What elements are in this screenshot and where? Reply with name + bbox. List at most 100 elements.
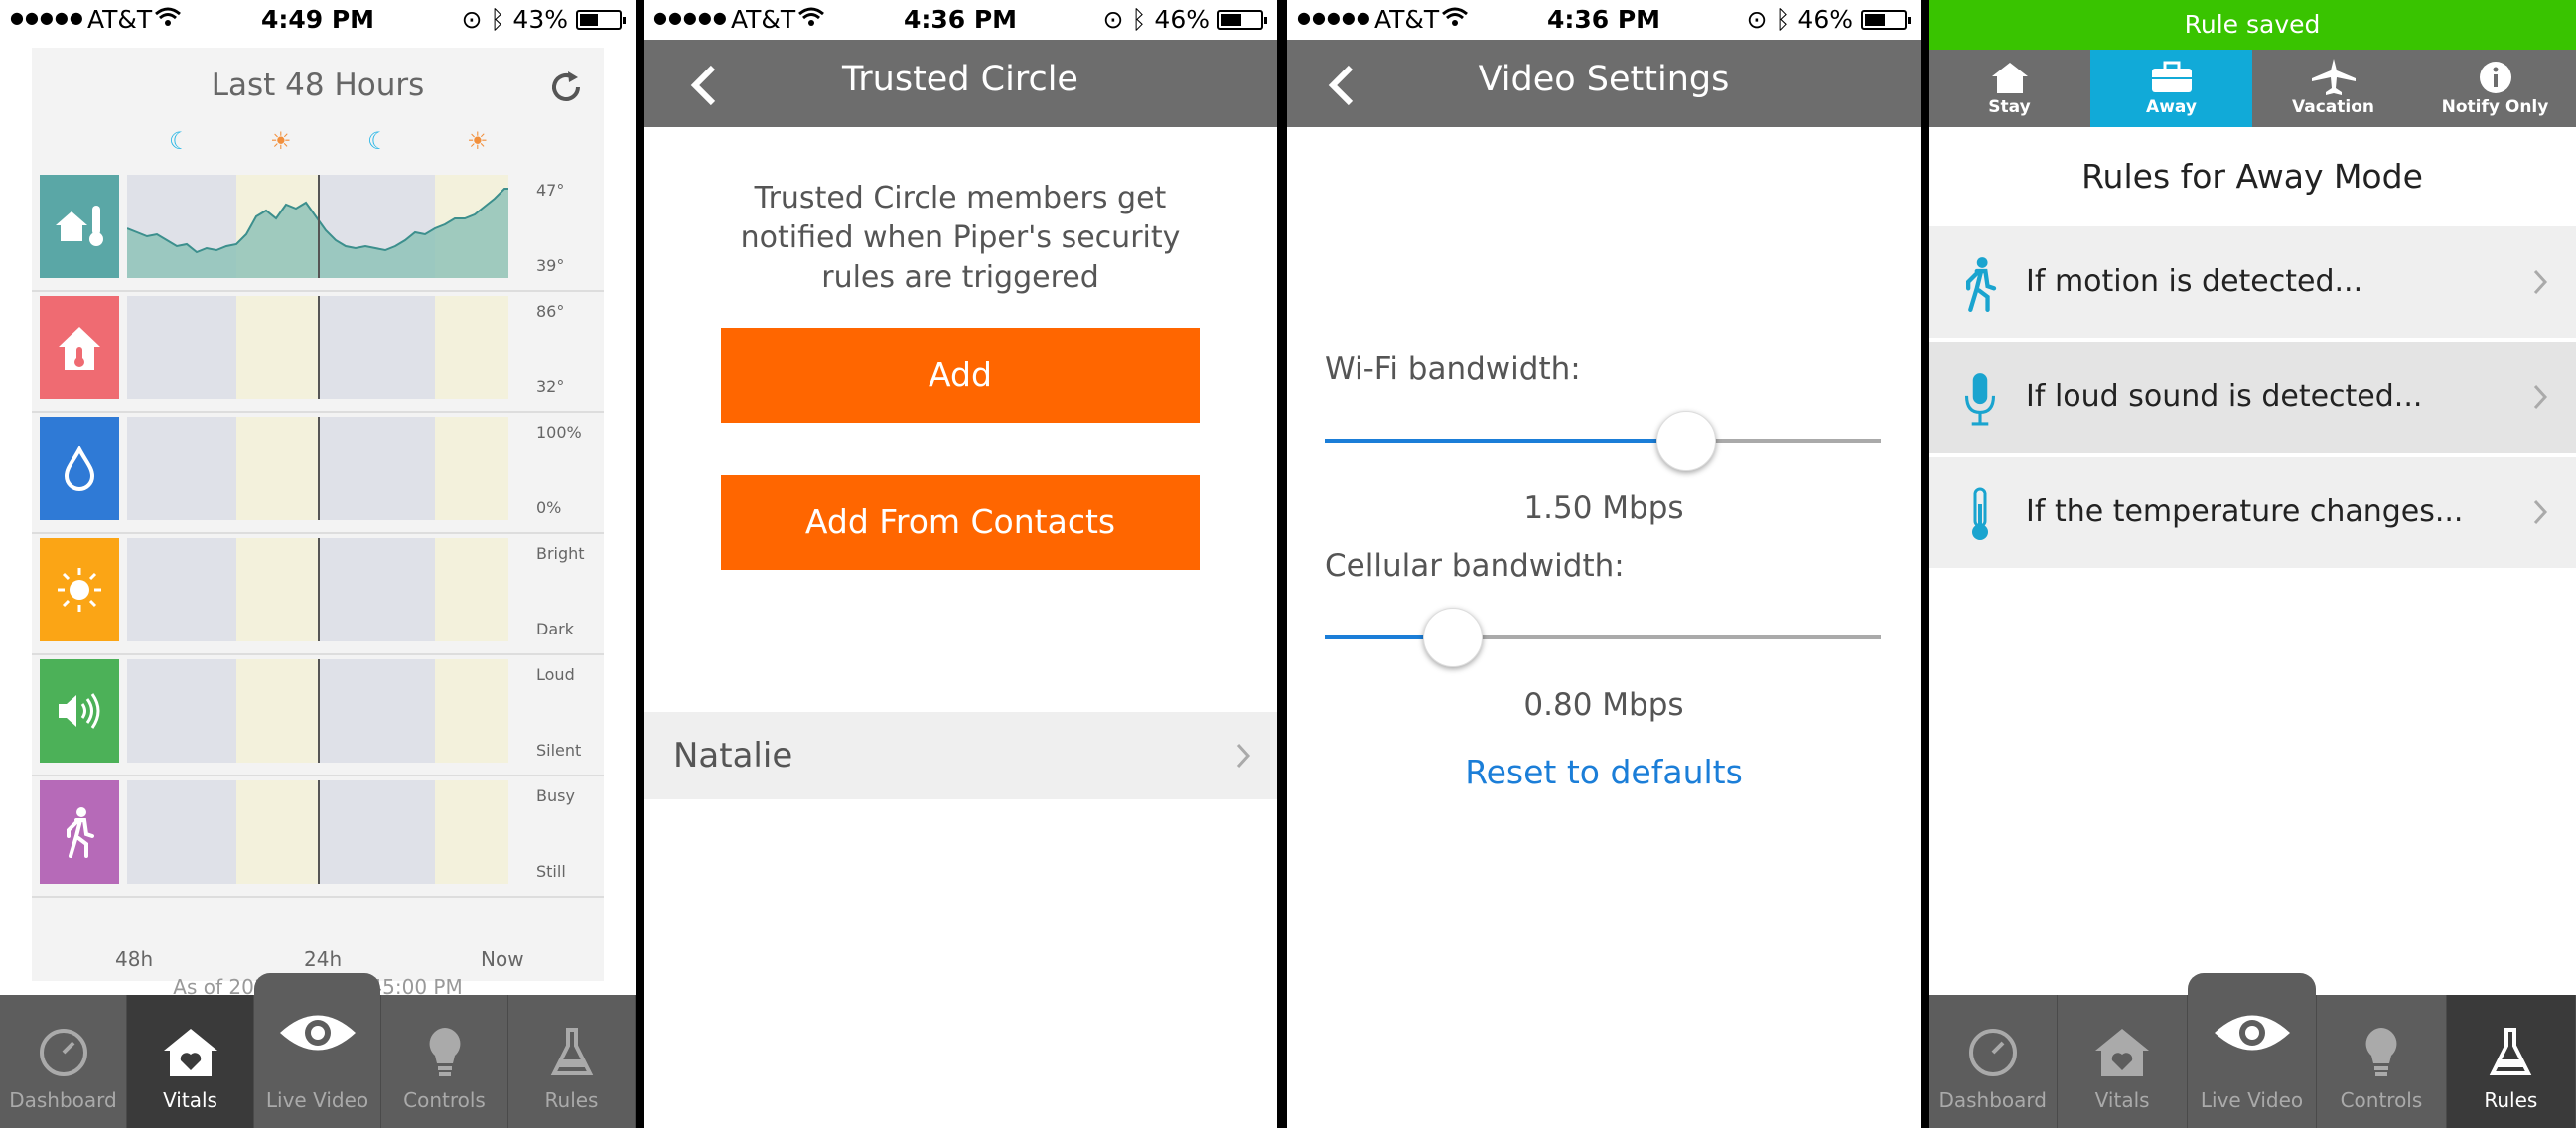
bluetooth-icon: ᛒ: [1775, 5, 1790, 34]
tab-dashboard[interactable]: Dashboard: [1929, 995, 2059, 1128]
mode-stay[interactable]: Stay: [1929, 50, 2090, 127]
wifi-bandwidth-value: 1.50 Mbps: [1523, 491, 1684, 526]
slider-knob[interactable]: [1656, 411, 1716, 471]
x-label-48h: 48h: [115, 947, 154, 971]
sun-brightness-icon: [40, 538, 119, 641]
reset-to-defaults-link[interactable]: Reset to defaults: [1287, 753, 1921, 791]
battery-icon: [576, 9, 626, 30]
temperature-alert-graph: [127, 296, 508, 399]
battery-percent: 46%: [1154, 5, 1210, 34]
bluetooth-icon: ᛒ: [1131, 5, 1147, 34]
mode-notify-only[interactable]: Notify Only: [2414, 50, 2576, 127]
tab-live-video[interactable]: Live Video: [254, 973, 381, 1128]
flask-icon: [508, 1023, 635, 1082]
info-icon: [2414, 58, 2576, 97]
speaker-icon: [40, 659, 119, 763]
rules-screen: Rule saved Stay Away Vacation Notify Onl…: [1929, 0, 2576, 1128]
cellular-bandwidth-label: Cellular bandwidth:: [1325, 548, 1625, 584]
tab-rules[interactable]: Rules: [508, 995, 636, 1128]
flask-icon: [2447, 1023, 2575, 1082]
bluetooth-icon: ᛒ: [490, 5, 505, 34]
status-bar: ●●●●● AT&T 4:36 PM ⊙ ᛒ 46%: [1287, 0, 1921, 40]
vital-row-humidity[interactable]: 100% 0%: [40, 417, 596, 526]
chevron-right-icon: [2533, 384, 2548, 410]
tab-controls[interactable]: Controls: [381, 995, 508, 1128]
tab-rules[interactable]: Rules: [2446, 995, 2576, 1128]
tab-bar: Dashboard Vitals Live Video Controls Rul…: [1929, 973, 2576, 1128]
cellular-bandwidth-slider[interactable]: [1325, 608, 1881, 667]
page-title: Video Settings: [1478, 60, 1730, 99]
vital-row-temperature-alert[interactable]: 86° 32°: [40, 296, 596, 405]
battery-icon: [1217, 9, 1267, 30]
x-label-24h: 24h: [304, 947, 343, 971]
add-from-contacts-button[interactable]: Add From Contacts: [721, 475, 1200, 570]
home-thermometer-icon: [40, 296, 119, 399]
tab-dashboard[interactable]: Dashboard: [0, 995, 127, 1128]
lock-rotation-icon: ⊙: [1746, 5, 1768, 34]
humidity-graph: [127, 417, 508, 520]
video-settings-screen: ●●●●● AT&T 4:36 PM ⊙ ᛒ 46% Video Setting…: [1287, 0, 1921, 1128]
sound-max: Loud: [536, 665, 575, 684]
lightbulb-icon: [2317, 1023, 2445, 1082]
cellular-bandwidth-value: 0.80 Mbps: [1523, 687, 1684, 723]
page-title: Trusted Circle: [842, 60, 1078, 99]
refresh-icon[interactable]: [548, 70, 584, 105]
light-graph: [127, 538, 508, 641]
slider-knob[interactable]: [1422, 608, 1483, 667]
sun-icon: ☀: [270, 127, 292, 155]
mode-vacation[interactable]: Vacation: [2252, 50, 2414, 127]
contact-row-natalie[interactable]: Natalie: [644, 712, 1277, 799]
gauge-icon: [0, 1023, 126, 1082]
trusted-circle-screen: ●●●●● AT&T 4:36 PM ⊙ ᛒ 46% Trusted Circl…: [644, 0, 1277, 1128]
temperature-max: 47°: [536, 181, 565, 200]
chevron-right-icon: [1236, 743, 1251, 769]
tab-bar: Dashboard Vitals Live Video Controls Rul…: [0, 973, 636, 1128]
light-max: Bright: [536, 544, 585, 563]
sound-min: Silent: [536, 741, 582, 760]
x-label-now: Now: [481, 947, 524, 971]
battery-icon: [1861, 9, 1911, 30]
motion-graph: [127, 780, 508, 884]
nav-bar: Video Settings: [1287, 40, 1921, 127]
moon-icon: ☾: [169, 127, 191, 155]
vital-row-light[interactable]: Bright Dark: [40, 538, 596, 647]
vital-row-motion[interactable]: Busy Still: [40, 780, 596, 890]
temperature-min: 39°: [536, 256, 565, 275]
vital-row-temperature[interactable]: 47° 39°: [40, 175, 596, 284]
microphone-icon: [1964, 373, 1996, 426]
add-button[interactable]: Add: [721, 328, 1200, 423]
contact-name: Natalie: [673, 736, 793, 776]
home-heart-icon: [2058, 1023, 2186, 1082]
tab-live-video[interactable]: Live Video: [2187, 973, 2318, 1128]
tab-controls[interactable]: Controls: [2317, 995, 2447, 1128]
eye-icon: [254, 1003, 380, 1062]
tab-vitals[interactable]: Vitals: [2058, 995, 2188, 1128]
walking-person-icon: [40, 780, 119, 884]
home-temperature-icon: [40, 175, 119, 278]
sun-icon: ☀: [467, 127, 489, 155]
lock-rotation-icon: ⊙: [1102, 5, 1124, 34]
mode-away[interactable]: Away: [2090, 50, 2252, 127]
vitals-title: Last 48 Hours: [211, 68, 425, 103]
mode-selector: Stay Away Vacation Notify Only: [1929, 50, 2576, 127]
tab-vitals[interactable]: Vitals: [127, 995, 254, 1128]
chevron-right-icon: [2533, 499, 2548, 525]
rule-motion[interactable]: If motion is detected...: [1929, 226, 2576, 340]
motion-min: Still: [536, 862, 566, 881]
water-drop-icon: [40, 417, 119, 520]
vital-row-sound[interactable]: Loud Silent: [40, 659, 596, 769]
rules-title: Rules for Away Mode: [2081, 157, 2423, 196]
light-min: Dark: [536, 620, 574, 638]
gauge-icon: [1929, 1023, 2057, 1082]
home-icon: [1929, 58, 2090, 97]
moon-icon: ☾: [367, 127, 389, 155]
nav-bar: Trusted Circle: [644, 40, 1277, 127]
thermometer-icon: [1972, 487, 1988, 540]
status-bar: ●●●●● AT&T 4:36 PM ⊙ ᛒ 46%: [644, 0, 1277, 40]
wifi-bandwidth-slider[interactable]: [1325, 411, 1881, 471]
briefcase-icon: [2090, 58, 2252, 97]
rule-temperature[interactable]: If the temperature changes...: [1929, 457, 2576, 570]
lock-rotation-icon: ⊙: [461, 5, 483, 34]
rule-loud-sound[interactable]: If loud sound is detected...: [1929, 342, 2576, 455]
walking-person-icon: [1966, 257, 1997, 312]
